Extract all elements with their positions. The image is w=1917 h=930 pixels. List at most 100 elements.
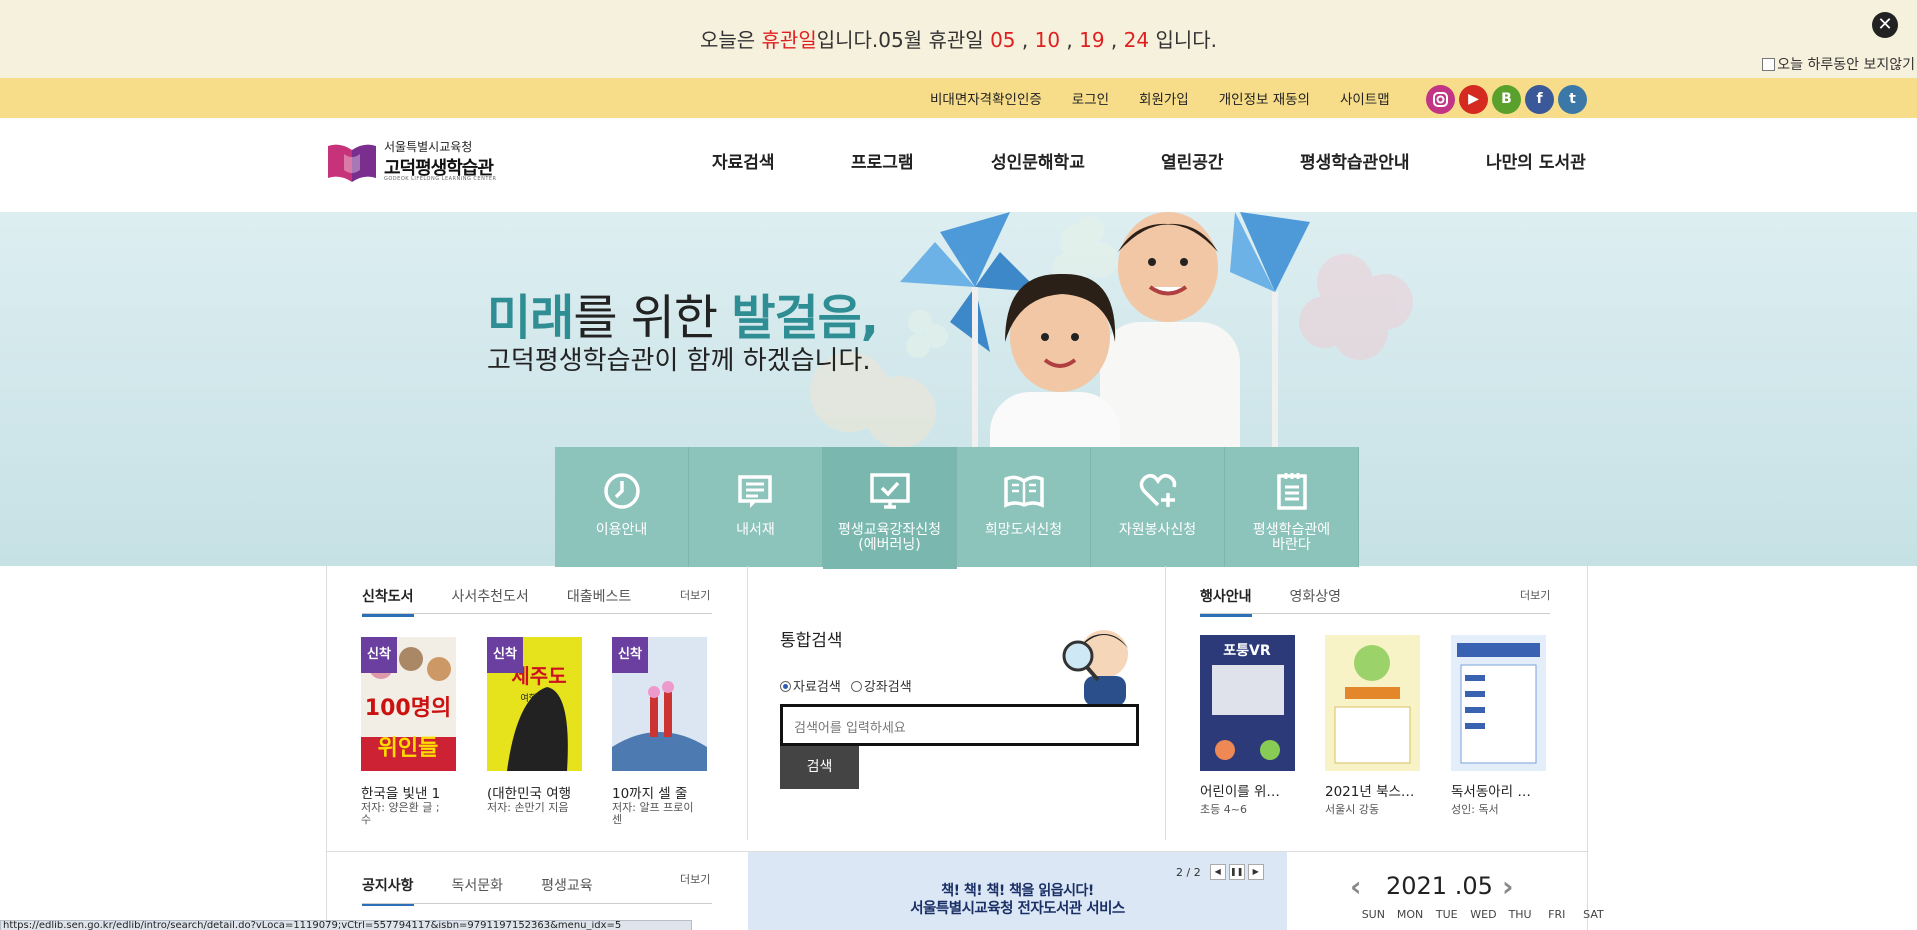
svg-text:포퉁VR: 포퉁VR	[1223, 643, 1271, 659]
youtube-icon[interactable]: ▶	[1459, 85, 1488, 114]
quick-item-my-library[interactable]: 내서재	[689, 447, 823, 567]
hero-subtitle: 고덕평생학습관이 함께 하겠습니다.	[487, 346, 871, 376]
quick-menu: 이용안내 내서재 평생교육강좌신청 (에버러닝) 희망도서신청 자원봉사신청 평…	[555, 447, 1359, 569]
event-title[interactable]: 2021년 북스…	[1325, 780, 1425, 800]
hero-title-accent: 미래	[487, 290, 574, 346]
holiday-notice-text: 오늘은 휴관일입니다.05월 휴관일 05 , 10 , 19 , 24 입니다…	[0, 24, 1917, 53]
banner-pager: 2 / 2	[1176, 865, 1201, 879]
radio-checked-icon[interactable]	[780, 681, 791, 692]
skip-today-label: 오늘 하루동안 보지않기	[1777, 57, 1915, 73]
clock-icon	[604, 473, 640, 509]
header: 서울특별시교육청 고덕평생학습관 GODEOK LIFELONG LEARNIN…	[0, 118, 1917, 212]
facebook-icon[interactable]: f	[1525, 85, 1554, 114]
link-signup[interactable]: 회원가입	[1139, 88, 1189, 108]
calendar-year: 2021	[1386, 872, 1448, 900]
logo-subtitle: 서울특별시교육청	[384, 140, 473, 154]
notice-holiday-word: 휴관일	[761, 28, 817, 52]
weekday-label: WED	[1470, 908, 1497, 921]
quick-item-label: 평생교육강좌신청 (에버러닝)	[837, 522, 942, 553]
weekday-label: THU	[1508, 908, 1532, 921]
radio-unchecked-icon[interactable]	[850, 681, 862, 692]
new-badge: 신착	[487, 637, 523, 673]
radio-label: 자료검색	[793, 680, 841, 695]
calendar-prev-icon[interactable]: ‹	[1350, 870, 1362, 903]
notice-suffix: 입니다.	[1149, 28, 1218, 52]
hero-title-middle: 를 위한	[573, 290, 732, 346]
book-title[interactable]: 10까지 셀 줄	[612, 782, 712, 802]
event-subtitle: 성인: 독서	[1451, 803, 1499, 816]
quick-item-guide[interactable]: 이용안내	[555, 447, 689, 567]
calendar-next-icon[interactable]: ›	[1502, 870, 1514, 903]
notice-date: 10	[1034, 28, 1061, 52]
blog-icon[interactable]: B	[1492, 85, 1521, 114]
nav-item-search[interactable]: 자료검색	[712, 148, 775, 173]
skip-today-checkbox[interactable]: 오늘 하루동안 보지않기	[1762, 54, 1915, 74]
holiday-notice-bar: 오늘은 휴관일입니다.05월 휴관일 05 , 10 , 19 , 24 입니다…	[0, 0, 1917, 78]
weekday-label: SAT	[1583, 908, 1604, 921]
browser-status-url: https://edlib.sen.go.kr/edlib/intro/sear…	[0, 920, 692, 930]
monitor-check-icon	[870, 473, 910, 509]
tabs-underline	[362, 903, 712, 904]
search-button[interactable]: 검색	[780, 746, 859, 789]
tab-lifelong-education[interactable]: 평생교육	[541, 875, 593, 906]
event-subtitle: 초등 4~6	[1200, 803, 1247, 816]
link-privacy-reconsent[interactable]: 개인정보 재동의	[1219, 88, 1310, 108]
search-title: 통합검색	[780, 631, 843, 651]
notice-date: 24	[1123, 28, 1150, 52]
frame-line	[1165, 566, 1166, 840]
book-author: 저자: 알프 프로이 센	[612, 801, 694, 826]
event-title[interactable]: 독서동아리 …	[1451, 780, 1551, 800]
book-author: 저자: 손만기 지음	[487, 801, 569, 814]
pause-icon[interactable]: ❚❚	[1228, 864, 1245, 880]
calendar-weekdays: SUN MON TUE WED THU FRI SAT	[1355, 908, 1612, 921]
nav-item-adult-literacy[interactable]: 성인문해학교	[991, 148, 1085, 173]
nav-item-program[interactable]: 프로그램	[851, 148, 914, 173]
books-more-link[interactable]: 더보기	[680, 587, 710, 603]
new-badge: 신착	[612, 637, 648, 673]
instagram-icon[interactable]	[1426, 85, 1455, 114]
tabs-underline	[1200, 613, 1550, 614]
event-poster	[1451, 635, 1546, 771]
next-arrow-icon[interactable]: ▶	[1247, 864, 1264, 880]
site-logo[interactable]: 서울특별시교육청 고덕평생학습관 GODEOK LIFELONG LEARNIN…	[326, 136, 506, 188]
frame-line	[326, 566, 327, 930]
book-title[interactable]: (대한민국 여행	[487, 782, 587, 802]
checkbox-icon[interactable]	[1762, 57, 1776, 71]
weekday-label: MON	[1396, 908, 1424, 921]
quick-item-volunteer[interactable]: 자원봉사신청	[1091, 447, 1225, 567]
link-sitemap[interactable]: 사이트맵	[1340, 88, 1390, 108]
book-title[interactable]: 한국을 빛낸 1	[361, 782, 461, 802]
heart-plus-icon	[1139, 473, 1177, 507]
hero-title-accent: 발걸음,	[731, 290, 879, 346]
notice-separator: ,	[1104, 28, 1124, 52]
quick-item-book-request[interactable]: 희망도서신청	[957, 447, 1091, 567]
event-title[interactable]: 어린이를 위…	[1200, 780, 1300, 800]
prev-arrow-icon[interactable]: ◀	[1209, 864, 1226, 880]
quick-item-lecture-apply[interactable]: 평생교육강좌신청 (에버러닝)	[823, 447, 957, 569]
twitter-icon[interactable]: t	[1558, 85, 1587, 114]
nav-item-my-library[interactable]: 나만의 도서관	[1486, 148, 1586, 173]
radio-lecture-search[interactable]: 강좌검색	[850, 676, 912, 695]
quick-item-label: 이용안내	[595, 522, 648, 538]
nav-item-open-space[interactable]: 열린공간	[1161, 148, 1224, 173]
search-input[interactable]: 검색어를 입력하세요	[780, 704, 1139, 746]
radio-material-search[interactable]: 자료검색	[780, 676, 841, 695]
nav-item-about[interactable]: 평생학습관안내	[1300, 148, 1409, 173]
tab-notices[interactable]: 공지사항	[362, 875, 414, 906]
quick-item-label: 평생학습관에 바란다	[1252, 522, 1331, 553]
quick-item-suggestion[interactable]: 평생학습관에 바란다	[1225, 447, 1359, 567]
banner-line2: 서울특별시교육청 전자도서관 서비스	[910, 901, 1125, 917]
notices-more-link[interactable]: 더보기	[680, 871, 710, 887]
svg-text:여행백서: 여행백서	[520, 692, 553, 704]
weekday-label: FRI	[1548, 908, 1566, 921]
events-more-link[interactable]: 더보기	[1520, 587, 1550, 603]
link-identity-verification[interactable]: 비대면자격확인인증	[930, 88, 1042, 108]
close-icon[interactable]: ✕	[1872, 12, 1898, 38]
notice-separator: ,	[1060, 28, 1080, 52]
event-poster	[1325, 635, 1420, 771]
notice-date: 19	[1079, 28, 1105, 52]
link-login[interactable]: 로그인	[1072, 88, 1109, 108]
tab-reading-culture[interactable]: 독서문화	[452, 875, 504, 906]
hero-title: 미래를 위한 발걸음,	[487, 278, 879, 348]
document-icon	[738, 475, 772, 508]
